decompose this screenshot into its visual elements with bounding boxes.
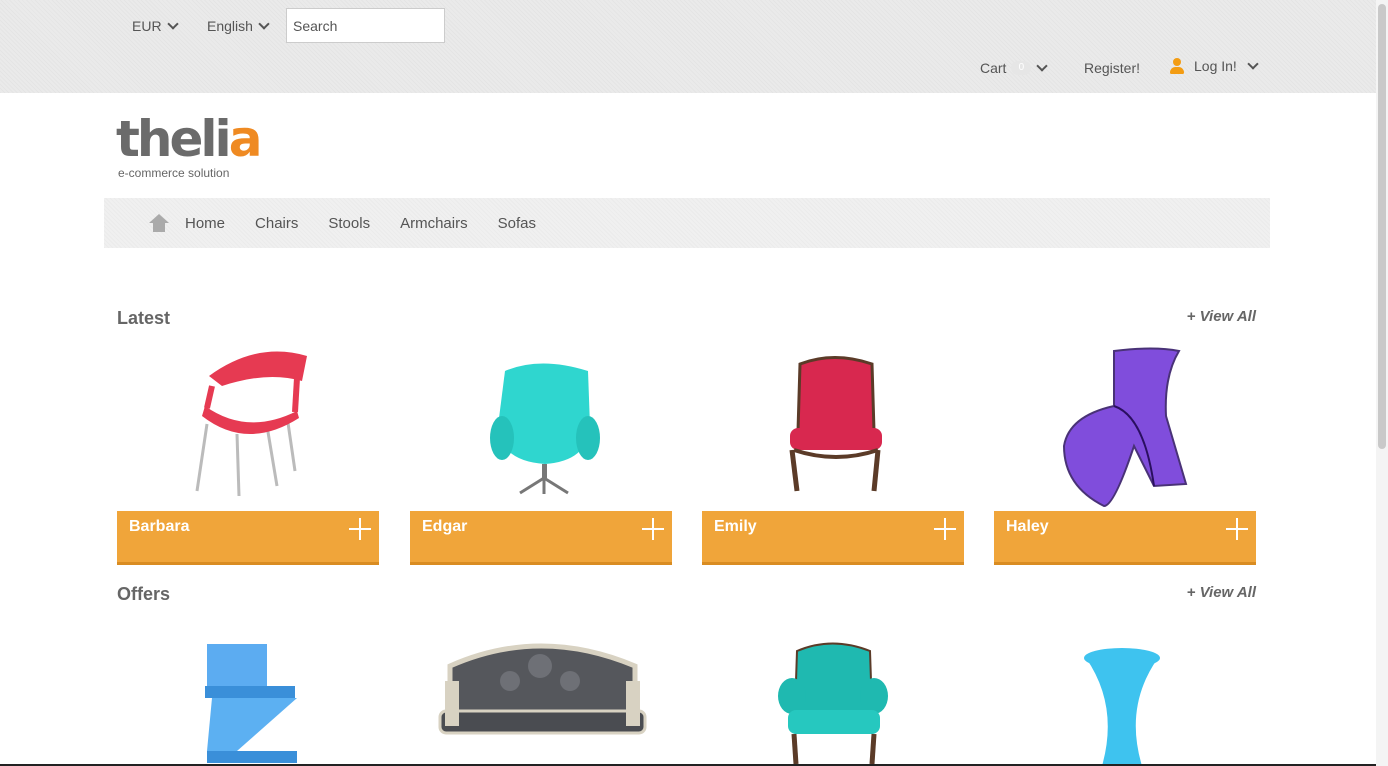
cart-dropdown[interactable]: Cart 0 (980, 60, 1049, 76)
plus-icon[interactable] (1226, 518, 1248, 540)
nav-item-sofas[interactable]: Sofas (498, 215, 536, 232)
offer-product-image[interactable] (994, 626, 1256, 766)
product-bar[interactable]: Edgar (410, 511, 672, 565)
currency-label: EUR (132, 18, 162, 34)
home-icon[interactable] (148, 214, 170, 232)
language-dropdown[interactable]: English (207, 18, 270, 34)
register-label: Register! (1084, 60, 1141, 76)
product-image[interactable] (410, 346, 672, 511)
chevron-down-icon (1247, 58, 1259, 70)
logo-word-end: a (228, 110, 263, 168)
chevron-down-icon (258, 18, 270, 30)
product-card[interactable]: Haley (994, 346, 1256, 565)
product-bar[interactable]: Haley (994, 511, 1256, 565)
language-label: English (207, 18, 253, 34)
product-image[interactable] (994, 346, 1256, 511)
login-dropdown[interactable]: Log In! (1170, 58, 1259, 74)
nav-item-chairs[interactable]: Chairs (255, 215, 298, 232)
plus-icon[interactable] (934, 518, 956, 540)
product-name: Barbara (129, 518, 190, 535)
chevron-down-icon (1036, 60, 1049, 72)
latest-section-title: Latest (117, 308, 171, 328)
product-card[interactable]: Barbara (117, 346, 379, 565)
plus-icon[interactable] (642, 518, 664, 540)
product-image[interactable] (117, 346, 379, 511)
search-input[interactable] (286, 8, 445, 43)
product-name: Edgar (422, 518, 468, 535)
currency-dropdown[interactable]: EUR (132, 18, 179, 34)
offer-product-image[interactable] (702, 626, 964, 766)
product-image[interactable] (702, 346, 964, 511)
logo-tagline: e-commerce solution (118, 166, 230, 180)
offers-view-all-link[interactable]: + View All (1187, 584, 1256, 601)
page-scrollbar[interactable] (1376, 0, 1388, 766)
product-name: Emily (714, 518, 757, 535)
site-logo[interactable]: thelia e-commerce solution (116, 114, 262, 184)
product-card[interactable]: Edgar (410, 346, 672, 565)
cart-label: Cart (980, 60, 1007, 76)
register-link[interactable]: Register! (1084, 60, 1140, 76)
nav-item-armchairs[interactable]: Armchairs (400, 215, 468, 232)
offer-product-image[interactable] (410, 626, 672, 766)
logo-wordmark: thelia (116, 114, 262, 164)
product-bar[interactable]: Emily (702, 511, 964, 565)
offer-product-image[interactable] (117, 626, 379, 766)
nav-item-home[interactable]: Home (185, 215, 225, 232)
main-nav: Home Chairs Stools Armchairs Sofas (104, 198, 1270, 248)
user-icon (1170, 58, 1184, 74)
login-label: Log In! (1194, 58, 1237, 74)
plus-icon[interactable] (349, 518, 371, 540)
nav-item-stools[interactable]: Stools (328, 215, 370, 232)
product-name: Haley (1006, 518, 1049, 535)
logo-word-start: theli (116, 110, 232, 168)
top-bar: EUR English Cart 0 Register! Log In! (0, 0, 1376, 93)
cart-count-badge: 0 (1011, 61, 1032, 75)
latest-view-all-link[interactable]: + View All (1187, 308, 1256, 325)
scrollbar-thumb[interactable] (1378, 4, 1386, 449)
product-card[interactable]: Emily (702, 346, 964, 565)
offers-section-title: Offers (117, 584, 171, 604)
product-bar[interactable]: Barbara (117, 511, 379, 565)
chevron-down-icon (166, 18, 179, 30)
